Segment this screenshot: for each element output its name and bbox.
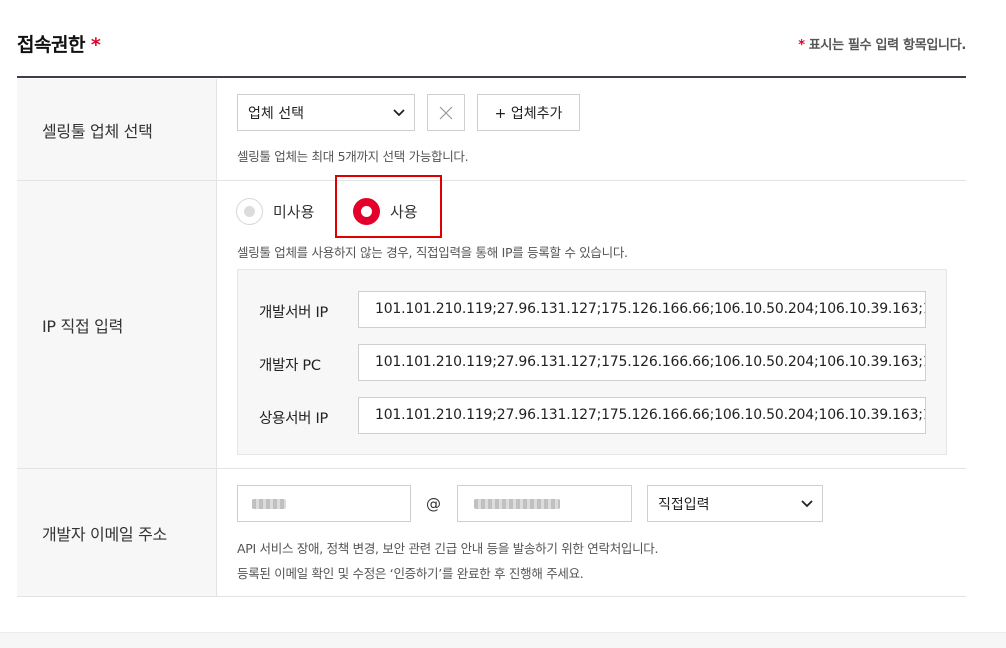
- radio-circle-unused: [236, 198, 263, 225]
- email-help-line1: API 서비스 장애, 정책 변경, 보안 관련 긴급 안내 등을 발송하기 위…: [237, 541, 659, 556]
- ip-row-body: 미사용 사용 셀링툴 업체를 사용하지 않는 경우, 직접입력을 통해 IP를 …: [217, 175, 966, 468]
- ip-help-text: 셀링툴 업체를 사용하지 않는 경우, 직접입력을 통해 IP를 등록할 수 있…: [237, 245, 628, 260]
- ip-row: IP 직접 입력 미사용 사용 셀링툴 업체를 사용하지 않는 경우, 직접입력…: [17, 175, 966, 469]
- email-local-input[interactable]: [237, 485, 411, 522]
- ip-entry-label: 개발서버 IP: [259, 305, 328, 321]
- section-title: 접속권한 *: [17, 30, 101, 57]
- section-header: 접속권한 * * 표시는 필수 입력 항목입니다.: [17, 0, 966, 78]
- required-note-star: *: [798, 38, 805, 53]
- clear-vendor-button[interactable]: [427, 94, 465, 131]
- blurred-text: [474, 499, 560, 509]
- required-note: * 표시는 필수 입력 항목입니다.: [798, 34, 966, 53]
- email-row-label: 개발자 이메일 주소: [17, 469, 217, 596]
- radio-label-unused: 미사용: [273, 203, 315, 221]
- access-form-table: 셀링툴 업체 선택 업체 선택 + 업체추가 셀링툴 업체는 최대 5개까지 선…: [17, 79, 966, 597]
- ip-entry-label: 개발자 PC: [259, 358, 321, 374]
- footer-strip: [0, 632, 1006, 648]
- add-vendor-button[interactable]: + 업체추가: [477, 94, 580, 131]
- email-domain-select-value: 직접입력: [658, 496, 710, 513]
- vendor-row-body: 업체 선택 + 업체추가 셀링툴 업체는 최대 5개까지 선택 가능합니다.: [217, 79, 966, 180]
- chevron-down-icon: [801, 500, 813, 508]
- chevron-down-icon: [393, 109, 405, 117]
- ip-entry-label: 상용서버 IP: [259, 411, 328, 427]
- email-domain-select[interactable]: 직접입력: [647, 485, 823, 522]
- ip-entry-row: 개발서버 IP 101.101.210.119;27.96.131.127;17…: [238, 291, 946, 328]
- required-star: *: [90, 34, 101, 56]
- radio-unused[interactable]: 미사용: [236, 198, 314, 225]
- email-domain-input[interactable]: [457, 485, 632, 522]
- vendor-row-label: 셀링툴 업체 선택: [17, 79, 217, 180]
- prod-server-ip-input[interactable]: 101.101.210.119;27.96.131.127;175.126.16…: [358, 397, 926, 434]
- vendor-help-text: 셀링툴 업체는 최대 5개까지 선택 가능합니다.: [237, 149, 469, 164]
- email-row: 개발자 이메일 주소 @ 직접입력 API 서비스 장애, 정책 변경, 보안 …: [17, 469, 966, 597]
- dev-server-ip-input[interactable]: 101.101.210.119;27.96.131.127;175.126.16…: [358, 291, 926, 328]
- email-help-line2: 등록된 이메일 확인 및 수정은 ‘인증하기’를 완료한 후 진행해 주세요.: [237, 566, 584, 581]
- close-icon: [439, 106, 453, 119]
- ip-row-label: IP 직접 입력: [17, 181, 217, 468]
- vendor-select-value: 업체 선택: [248, 105, 304, 122]
- dev-pc-ip-input[interactable]: 101.101.210.119;27.96.131.127;175.126.16…: [358, 344, 926, 381]
- required-note-text: 표시는 필수 입력 항목입니다.: [808, 38, 967, 53]
- vendor-select[interactable]: 업체 선택: [237, 94, 415, 131]
- at-symbol: @: [426, 495, 441, 513]
- ip-input-panel: 개발서버 IP 101.101.210.119;27.96.131.127;17…: [237, 269, 947, 455]
- highlight-box: [335, 175, 442, 238]
- email-row-body: @ 직접입력 API 서비스 장애, 정책 변경, 보안 관련 긴급 안내 등을…: [217, 469, 966, 596]
- section-title-text: 접속권한: [17, 34, 85, 56]
- blurred-text: [252, 499, 286, 509]
- ip-entry-row: 개발자 PC 101.101.210.119;27.96.131.127;175…: [238, 344, 946, 381]
- ip-entry-row: 상용서버 IP 101.101.210.119;27.96.131.127;17…: [238, 397, 946, 434]
- vendor-row: 셀링툴 업체 선택 업체 선택 + 업체추가 셀링툴 업체는 최대 5개까지 선…: [17, 79, 966, 181]
